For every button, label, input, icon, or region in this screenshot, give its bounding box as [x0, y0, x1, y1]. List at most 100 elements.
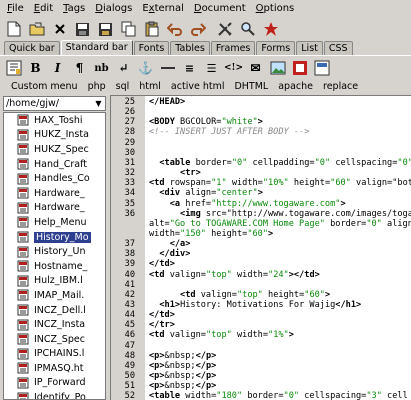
right-justify-icon[interactable]: ☰ [202, 59, 221, 78]
file-name: Hulz_IBM.l [34, 275, 83, 287]
tools-icon[interactable] [214, 19, 235, 40]
file-name: Hardware_ [34, 187, 85, 199]
file-list-item[interactable]: INCZ_Insta [4, 317, 105, 332]
file-name: Help_Menu [34, 216, 87, 228]
html-file-icon [16, 275, 30, 287]
html-file-icon [16, 114, 30, 126]
menu-dialogs[interactable]: Dialogs [90, 0, 137, 17]
chevron-down-icon: ▼ [95, 99, 102, 108]
html-file-icon [16, 202, 30, 214]
custom-menu[interactable]: Custom menu [6, 79, 83, 95]
tab-fonts[interactable]: Fonts [133, 41, 170, 55]
file-list-item[interactable]: IPCHAINS.l [4, 347, 105, 362]
menu-sql[interactable]: sql [111, 79, 135, 95]
nbsp-icon[interactable]: nb [92, 59, 111, 78]
file-list[interactable]: HAX_Toshi HUKZ_Insta HUKZ_Spec Hand_Craft Ha… [3, 112, 106, 400]
file-list-item[interactable]: INCZ_Spec [4, 332, 105, 347]
undo-icon[interactable] [164, 19, 185, 40]
email-icon[interactable]: ✉ [246, 59, 265, 78]
menu-php[interactable]: php [83, 79, 111, 95]
file-list-item[interactable]: INCZ_Dell.l [4, 303, 105, 318]
insert-block-icon[interactable] [312, 59, 331, 78]
zoom-icon[interactable] [237, 19, 258, 40]
save-icon[interactable] [72, 19, 93, 40]
html-file-icon [16, 187, 30, 199]
break-icon[interactable]: ↵ [114, 59, 133, 78]
html-file-icon [16, 173, 30, 185]
menu-apache[interactable]: apache [273, 79, 318, 95]
file-list-item[interactable]: HUKZ_Spec [4, 142, 105, 157]
file-list-item[interactable]: Hardware_ [4, 186, 105, 201]
menu-dhtml[interactable]: DHTML [229, 79, 273, 95]
file-name: Hand_Craft [34, 158, 88, 170]
menu-external[interactable]: External [137, 0, 189, 17]
file-list-item[interactable]: Handles_Co [4, 171, 105, 186]
main-toolbar [0, 17, 411, 41]
directory-path: /home/gjw/ [6, 98, 59, 109]
file-list-item[interactable]: Hand_Craft [4, 157, 105, 172]
redo-icon[interactable] [187, 19, 208, 40]
file-list-item[interactable]: Hostname_ [4, 259, 105, 274]
file-list-item[interactable]: Hulz_IBM.l [4, 274, 105, 289]
file-list-item[interactable]: Hardware_ [4, 201, 105, 216]
menu-html[interactable]: html [134, 79, 166, 95]
paste-icon[interactable] [141, 19, 162, 40]
image-icon[interactable] [268, 59, 287, 78]
tab-standard-bar[interactable]: Standard bar [60, 40, 133, 55]
file-name: INCZ_Spec [34, 333, 85, 345]
paragraph-icon[interactable]: ¶ [70, 59, 89, 78]
center-icon[interactable]: ≡ [180, 59, 199, 78]
file-list-item[interactable]: HUKZ_Insta [4, 128, 105, 143]
file-name: INCZ_Insta [34, 319, 86, 331]
new-file-icon[interactable] [3, 19, 24, 40]
file-list-item[interactable]: HAX_Toshi [4, 113, 105, 128]
menu-edit[interactable]: Edit [29, 0, 58, 17]
html-file-icon [16, 304, 30, 316]
file-name: IP_Forward [34, 377, 86, 389]
tab-quick-bar[interactable]: Quick bar [4, 41, 60, 55]
html-file-icon [16, 260, 30, 272]
file-list-item[interactable]: Help_Menu [4, 215, 105, 230]
copy-icon[interactable] [118, 19, 139, 40]
hr-icon[interactable] [158, 59, 177, 78]
tab-css[interactable]: CSS [323, 41, 353, 55]
italic-icon[interactable]: I [48, 59, 67, 78]
html-file-icon [16, 143, 30, 155]
tab-forms[interactable]: Forms [256, 41, 296, 55]
tab-frames[interactable]: Frames [210, 41, 256, 55]
custom-menu-bar: Custom menu php sql html active html DHT… [0, 79, 411, 95]
thumbnail-icon[interactable] [290, 59, 309, 78]
menu-options[interactable]: Options [251, 0, 300, 17]
file-list-item[interactable]: Identify_Po [4, 390, 105, 399]
code-editor[interactable]: 25 </HEAD> 26 27 <BODY BGCOLOR="white"> 28 <!-… [110, 95, 411, 400]
file-list-item[interactable]: IMAP_Mail. [4, 288, 105, 303]
comment-icon[interactable]: <!> [224, 59, 243, 78]
html-file-icon [16, 216, 30, 228]
file-list-item[interactable]: IPMASQ.ht [4, 361, 105, 376]
open-file-icon[interactable] [26, 19, 47, 40]
quickstart-icon[interactable] [4, 59, 23, 78]
directory-select[interactable]: /home/gjw/ ▼ [3, 96, 106, 111]
file-list-item[interactable]: History_Mo [4, 230, 105, 245]
code-line: 52 <table width="180" border="0" cellspac… [111, 391, 411, 400]
menu-document[interactable]: Document [189, 0, 251, 17]
menu-file[interactable]: File [2, 0, 29, 17]
file-name: History_Un [34, 246, 86, 258]
file-name: INCZ_Dell.l [34, 304, 86, 316]
file-list-item[interactable]: IP_Forward [4, 376, 105, 391]
file-name: IMAP_Mail. [34, 289, 85, 301]
save-as-icon[interactable] [95, 19, 116, 40]
menu-active-html[interactable]: active html [166, 79, 230, 95]
tab-tables[interactable]: Tables [170, 41, 210, 55]
code-text: <table width="180" border="0" cellspacin… [149, 391, 408, 400]
menu-tags[interactable]: Tags [58, 0, 90, 17]
file-name: HAX_Toshi [34, 114, 83, 126]
bookmark-star-icon[interactable] [260, 19, 281, 40]
anchor-icon[interactable]: ⚓ [136, 59, 155, 78]
tab-list[interactable]: List [296, 41, 323, 55]
file-name: Hardware_ [34, 202, 85, 214]
close-file-icon[interactable] [49, 19, 70, 40]
file-list-item[interactable]: History_Un [4, 244, 105, 259]
menu-replace[interactable]: replace [318, 79, 363, 95]
bold-icon[interactable]: B [26, 59, 45, 78]
